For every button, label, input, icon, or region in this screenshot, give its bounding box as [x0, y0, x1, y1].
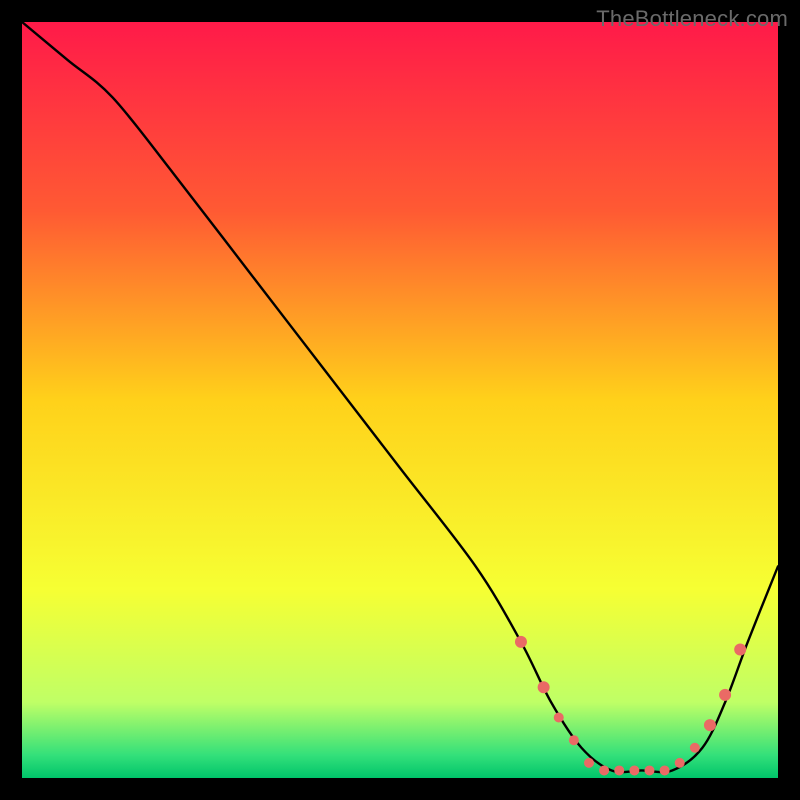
- marker-point: [569, 735, 579, 745]
- marker-point: [629, 765, 639, 775]
- bottleneck-chart: [22, 22, 778, 778]
- marker-point: [515, 636, 527, 648]
- marker-point: [644, 765, 654, 775]
- marker-point: [614, 765, 624, 775]
- marker-point: [554, 713, 564, 723]
- marker-point: [599, 765, 609, 775]
- gradient-background: [22, 22, 778, 778]
- watermark-label: TheBottleneck.com: [596, 6, 788, 32]
- marker-point: [675, 758, 685, 768]
- marker-point: [660, 765, 670, 775]
- marker-point: [734, 643, 746, 655]
- marker-point: [584, 758, 594, 768]
- marker-point: [719, 689, 731, 701]
- marker-point: [704, 719, 716, 731]
- marker-point: [538, 681, 550, 693]
- chart-frame: TheBottleneck.com: [0, 0, 800, 800]
- marker-point: [690, 743, 700, 753]
